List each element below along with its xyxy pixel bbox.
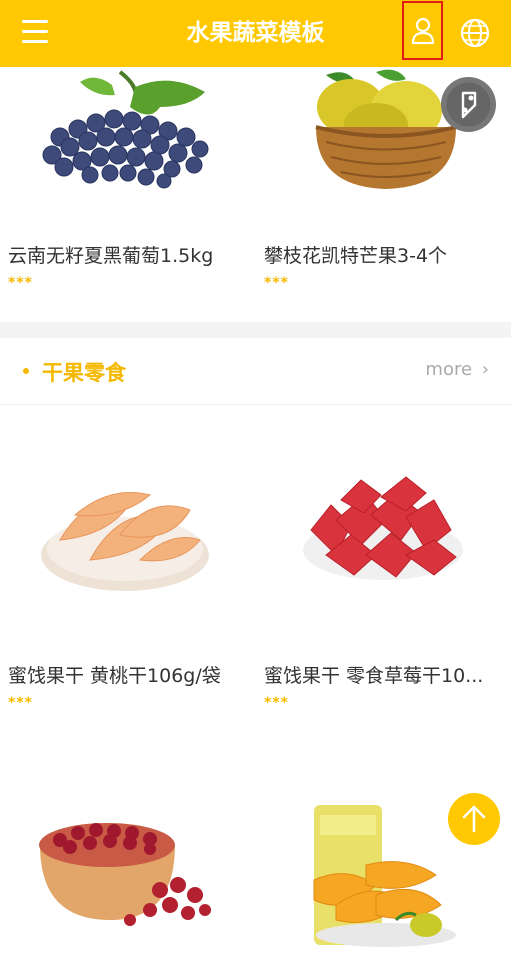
product-rating: ***	[8, 695, 33, 711]
product-name[interactable]: 蜜饯果干 黄桃干106g/袋	[8, 661, 245, 688]
map-button[interactable]	[441, 77, 496, 132]
globe-icon	[460, 18, 490, 48]
section-divider	[0, 322, 511, 338]
product-card[interactable]	[0, 715, 255, 961]
section-bullet	[23, 368, 29, 374]
product-card[interactable]: 云南无籽夏黑葡萄1.5kg ***	[0, 67, 255, 322]
product-card[interactable]: 蜜饯果干 黄桃干106g/袋 ***	[0, 405, 255, 715]
product-image-dried-peach	[41, 492, 209, 591]
product-rating: ***	[264, 695, 289, 711]
app-header: 水果蔬菜模板	[0, 0, 511, 67]
user-button[interactable]	[402, 1, 443, 60]
product-name[interactable]: 攀枝花凯特芒果3-4个	[264, 241, 501, 268]
user-icon	[411, 17, 435, 45]
more-label: more	[425, 359, 473, 380]
product-card[interactable]: 蜜饯果干 零食草莓干10... ***	[256, 405, 511, 715]
map-pin-icon	[446, 82, 491, 127]
product-image-dried-cranberry	[39, 823, 211, 926]
product-image-dried-strawberry	[303, 476, 463, 580]
arrow-up-icon	[462, 805, 486, 833]
product-name[interactable]: 蜜饯果干 零食草莓干10...	[264, 661, 501, 688]
more-link[interactable]: more ›	[425, 359, 489, 380]
section-header: 干果零食 more ›	[0, 338, 511, 405]
back-to-top-button[interactable]	[448, 793, 500, 845]
chevron-right-icon: ›	[481, 359, 489, 380]
product-image-grapes	[42, 70, 209, 189]
product-rating: ***	[8, 275, 33, 291]
section-title: 干果零食	[42, 361, 126, 385]
product-rating: ***	[264, 275, 289, 291]
language-button[interactable]	[459, 17, 491, 49]
product-name[interactable]: 云南无籽夏黑葡萄1.5kg	[8, 241, 245, 268]
